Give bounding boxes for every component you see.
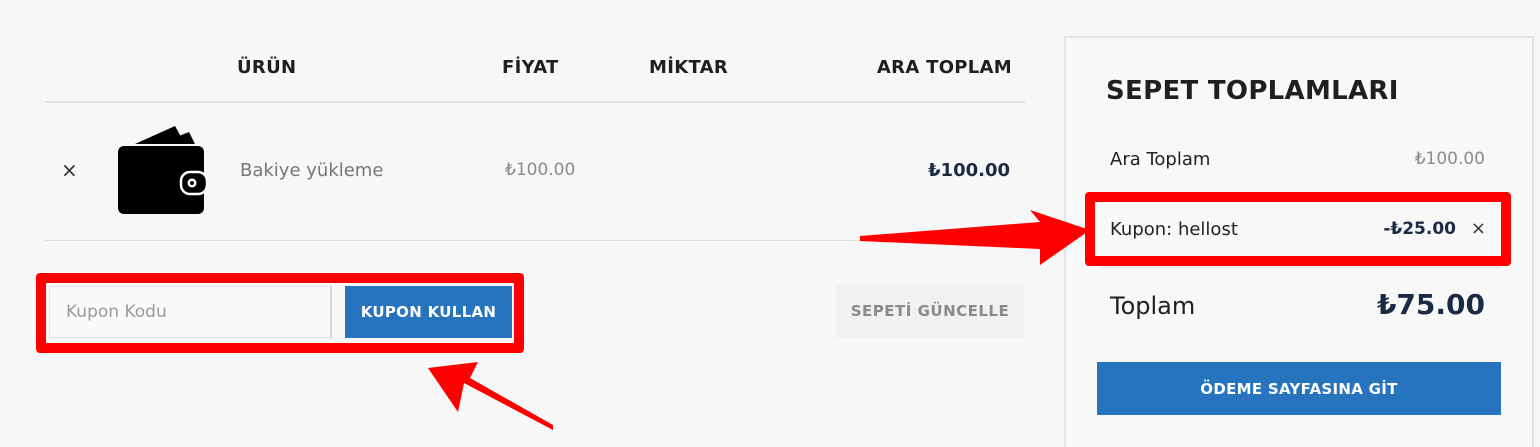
annotation-arrows bbox=[428, 210, 1090, 430]
arrow-to-coupon-form bbox=[428, 362, 553, 430]
arrow-to-coupon-row bbox=[860, 210, 1090, 265]
